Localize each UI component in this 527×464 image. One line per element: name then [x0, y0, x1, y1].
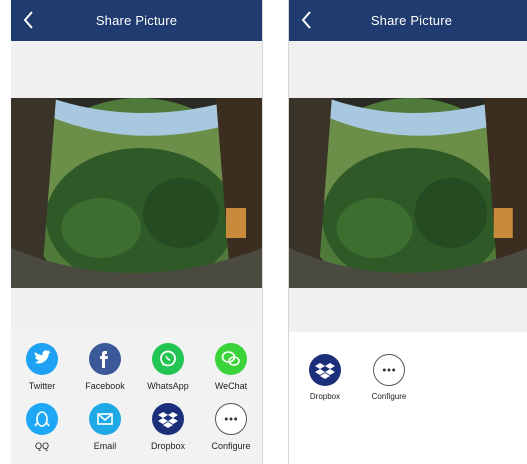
dropbox-icon	[309, 354, 341, 386]
qq-icon	[26, 403, 58, 435]
share-label: Configure	[371, 392, 407, 401]
share-email-button[interactable]: Email	[74, 403, 136, 451]
facebook-icon	[89, 343, 121, 375]
share-panel: Dropbox Configure	[289, 332, 527, 464]
bottom-spacer	[11, 288, 262, 330]
dropbox-icon	[152, 403, 184, 435]
shared-photo	[289, 98, 527, 288]
share-configure-button[interactable]: Configure	[359, 354, 419, 401]
share-screen-configured: Share Picture Dropbox Configure	[288, 0, 527, 464]
top-spacer	[11, 41, 262, 98]
share-panel: Twitter Facebook WhatsApp WeChat QQ Emai…	[11, 330, 262, 464]
share-label: WeChat	[214, 381, 248, 391]
share-configure-button[interactable]: Configure	[200, 403, 262, 451]
more-dots-icon	[373, 354, 405, 386]
share-label: QQ	[34, 441, 49, 451]
share-dropbox-button[interactable]: Dropbox	[295, 354, 355, 401]
share-dropbox-button[interactable]: Dropbox	[137, 403, 199, 451]
nav-header: Share Picture	[289, 0, 527, 41]
share-qq-button[interactable]: QQ	[11, 403, 73, 451]
shared-photo	[11, 98, 262, 288]
share-wechat-button[interactable]: WeChat	[200, 343, 262, 391]
page-title: Share Picture	[370, 13, 453, 28]
share-whatsapp-button[interactable]: WhatsApp	[137, 343, 199, 391]
nav-header: Share Picture	[11, 0, 262, 41]
share-label: Twitter	[28, 381, 56, 391]
share-label: Configure	[211, 441, 251, 451]
share-facebook-button[interactable]: Facebook	[74, 343, 136, 391]
share-label: Dropbox	[309, 392, 341, 401]
twitter-icon	[26, 343, 58, 375]
share-label: Facebook	[85, 381, 125, 391]
top-spacer	[289, 41, 527, 98]
share-twitter-button[interactable]: Twitter	[11, 343, 73, 391]
whatsapp-icon	[152, 343, 184, 375]
more-dots-icon	[215, 403, 247, 435]
share-label: WhatsApp	[147, 381, 189, 391]
share-label: Email	[93, 441, 117, 451]
share-label: Dropbox	[150, 441, 186, 451]
email-icon	[89, 403, 121, 435]
page-title: Share Picture	[95, 13, 178, 28]
bottom-spacer	[289, 288, 527, 332]
share-screen-full: Share Picture Twitter Facebook WhatsApp …	[11, 0, 263, 464]
wechat-icon	[215, 343, 247, 375]
